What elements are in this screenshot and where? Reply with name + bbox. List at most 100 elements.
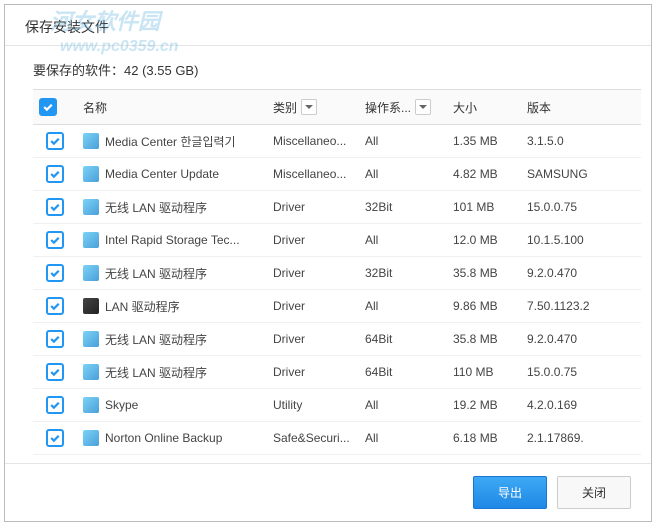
row-checkbox[interactable] [46, 297, 64, 315]
row-category: Driver [267, 257, 359, 290]
export-button[interactable]: 导出 [473, 476, 547, 509]
row-checkbox[interactable] [46, 330, 64, 348]
row-checkbox[interactable] [46, 198, 64, 216]
header-os[interactable]: 操作系... [359, 90, 447, 125]
table-row[interactable]: LAN 驱动程序DriverAll9.86 MB7.50.1123.2 [33, 290, 641, 323]
row-size: 9.86 MB [447, 290, 521, 323]
table-row[interactable]: Samsung Recovery Solu...Safe&Securi...Al… [33, 455, 641, 463]
row-name: Norton Online Backup [105, 431, 222, 445]
close-button[interactable]: 关闭 [557, 476, 631, 509]
software-table: 名称 类别 操作系... [33, 90, 641, 462]
row-category: Utility [267, 389, 359, 422]
row-os: All [359, 389, 447, 422]
row-os: All [359, 290, 447, 323]
software-icon [83, 331, 99, 347]
row-size: 1.35 MB [447, 125, 521, 158]
row-version: 3.1.5.0 [521, 125, 641, 158]
row-checkbox[interactable] [46, 264, 64, 282]
row-size: 19.2 MB [447, 389, 521, 422]
row-os: All [359, 224, 447, 257]
header-category[interactable]: 类别 [267, 90, 359, 125]
row-os: 64Bit [359, 323, 447, 356]
software-icon [83, 199, 99, 215]
row-checkbox[interactable] [46, 165, 64, 183]
row-version: 4.2.0.169 [521, 389, 641, 422]
software-icon [83, 232, 99, 248]
row-name: Skype [105, 398, 138, 412]
table-row[interactable]: Norton Online Backup Safe&Securi...All6.1… [33, 422, 641, 455]
row-category: Driver [267, 323, 359, 356]
row-name: Intel Rapid Storage Tec... [105, 233, 240, 247]
row-os: All [359, 422, 447, 455]
software-icon [83, 265, 99, 281]
software-icon [83, 298, 99, 314]
header-version[interactable]: 版本 [521, 90, 641, 125]
row-checkbox[interactable] [46, 363, 64, 381]
chevron-down-icon[interactable] [301, 99, 317, 115]
row-name: Media Center Update [105, 167, 219, 181]
row-size: 12.0 MB [447, 224, 521, 257]
row-checkbox[interactable] [46, 231, 64, 249]
software-icon [83, 133, 99, 149]
row-os: All [359, 158, 447, 191]
row-category: Miscellaneo... [267, 158, 359, 191]
summary-text: 要保存的软件：42 (3.55 GB) [5, 46, 651, 89]
table-row[interactable]: 无线 LAN 驱动程序Driver32Bit101 MB15.0.0.75 [33, 191, 641, 224]
row-os: 32Bit [359, 257, 447, 290]
header-name-label: 名称 [83, 101, 107, 115]
row-version: 9.2.0.470 [521, 257, 641, 290]
software-icon [83, 364, 99, 380]
row-version: 5.0.2.2 [521, 455, 641, 463]
row-os: All [359, 455, 447, 463]
row-checkbox[interactable] [46, 396, 64, 414]
table-row[interactable]: Skype UtilityAll19.2 MB4.2.0.169 [33, 389, 641, 422]
header-name[interactable]: 名称 [77, 90, 267, 125]
dialog-title: 保存安装文件 [25, 17, 631, 37]
row-category: Safe&Securi... [267, 422, 359, 455]
row-size: 101 MB [447, 191, 521, 224]
header-size[interactable]: 大小 [447, 90, 521, 125]
chevron-down-icon[interactable] [415, 99, 431, 115]
row-size: 6.18 MB [447, 422, 521, 455]
table-row[interactable]: Media Center 한글입력기 Miscellaneo...All1.35 … [33, 125, 641, 158]
row-name: LAN 驱动程序 [105, 298, 180, 315]
table-row[interactable]: Intel Rapid Storage Tec... DriverAll12.0 … [33, 224, 641, 257]
table-row[interactable]: Media Center Update Miscellaneo...All4.82… [33, 158, 641, 191]
table-row[interactable]: 无线 LAN 驱动程序Driver32Bit35.8 MB9.2.0.470 [33, 257, 641, 290]
row-os: All [359, 125, 447, 158]
row-category: Driver [267, 356, 359, 389]
header-category-label: 类别 [273, 99, 297, 116]
row-checkbox[interactable] [46, 132, 64, 150]
row-size: 35.8 MB [447, 323, 521, 356]
save-install-files-dialog: 保存安装文件 要保存的软件：42 (3.55 GB) 名称 [4, 4, 652, 522]
header-size-label: 大小 [453, 101, 477, 115]
dialog-header: 保存安装文件 [5, 5, 651, 46]
software-icon [83, 430, 99, 446]
row-version: 10.1.5.100 [521, 224, 641, 257]
dialog-footer: 导出 关闭 [5, 463, 651, 521]
software-table-scroll[interactable]: 名称 类别 操作系... [33, 90, 641, 462]
row-name: Media Center 한글입력기 [105, 133, 236, 150]
row-category: Driver [267, 290, 359, 323]
row-name: 无线 LAN 驱动程序 [105, 331, 207, 348]
row-version: SAMSUNG [521, 158, 641, 191]
row-name: 无线 LAN 驱动程序 [105, 364, 207, 381]
row-category: Miscellaneo... [267, 125, 359, 158]
table-row[interactable]: 无线 LAN 驱动程序 Driver64Bit110 MB15.0.0.75 [33, 356, 641, 389]
row-checkbox[interactable] [46, 429, 64, 447]
software-icon [83, 397, 99, 413]
check-all-icon[interactable] [39, 98, 57, 116]
row-os: 32Bit [359, 191, 447, 224]
software-icon [83, 166, 99, 182]
header-select-all[interactable] [33, 90, 77, 125]
row-os: 64Bit [359, 356, 447, 389]
row-size: 4.82 MB [447, 158, 521, 191]
row-size: 110 MB [447, 356, 521, 389]
row-category: Driver [267, 224, 359, 257]
header-os-label: 操作系... [365, 99, 411, 116]
row-version: 15.0.0.75 [521, 356, 641, 389]
row-name: 无线 LAN 驱动程序 [105, 265, 207, 282]
table-row[interactable]: 无线 LAN 驱动程序Driver64Bit35.8 MB9.2.0.470 [33, 323, 641, 356]
row-size: 104 MB [447, 455, 521, 463]
software-table-wrap: 名称 类别 操作系... [33, 89, 641, 463]
